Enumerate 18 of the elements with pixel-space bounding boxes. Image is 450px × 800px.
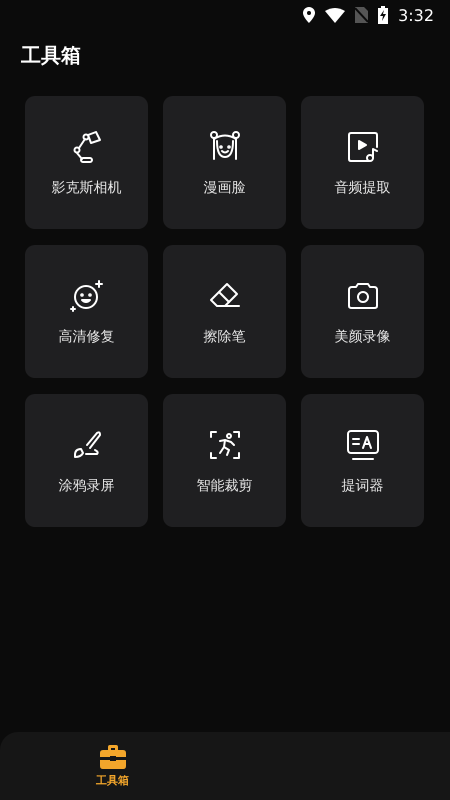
battery-charging-icon <box>378 6 388 24</box>
tool-card[interactable]: 漫画脸 <box>163 96 286 229</box>
sparkle-face-icon <box>68 278 104 314</box>
tool-card[interactable]: 美颜录像 <box>301 245 424 378</box>
status-time: 3:32 <box>398 6 434 24</box>
page-title: 工具箱 <box>21 42 82 69</box>
tool-card[interactable]: 音频提取 <box>301 96 424 229</box>
wifi-icon <box>325 8 346 22</box>
tool-card[interactable]: 涂鸦录屏 <box>25 394 148 527</box>
tool-card[interactable]: 影克斯相机 <box>25 96 148 229</box>
tool-card[interactable]: 高清修复 <box>25 245 148 378</box>
tool-card[interactable]: 擦除笔 <box>163 245 286 378</box>
toolbox-icon <box>98 744 126 768</box>
tool-card[interactable]: 智能裁剪 <box>163 394 286 527</box>
tool-card[interactable]: 提词器 <box>301 394 424 527</box>
location-icon <box>303 7 316 23</box>
no-sim-icon <box>355 7 368 23</box>
nav-tab[interactable]: 工具箱 <box>0 732 225 800</box>
